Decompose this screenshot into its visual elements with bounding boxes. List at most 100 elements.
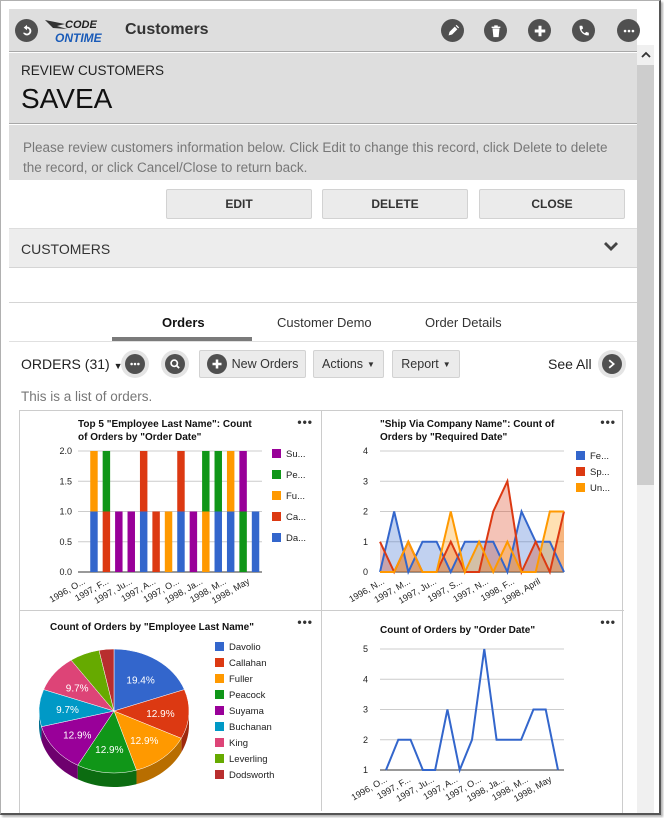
- legend-label: Suyama: [229, 706, 265, 717]
- see-all-button[interactable]: [598, 350, 626, 378]
- record-title: SAVEA: [21, 83, 113, 114]
- y-tick-label: 1.0: [59, 507, 72, 517]
- chevron-up-icon: [640, 51, 651, 58]
- legend-swatch: [215, 738, 224, 747]
- pie-slice-label: 12.9%: [130, 736, 158, 747]
- bar-segment: [189, 511, 198, 572]
- tab-orders[interactable]: Orders: [162, 315, 205, 330]
- legend-swatch: [215, 706, 224, 715]
- legend-swatch: [272, 533, 281, 542]
- report-dropdown[interactable]: Report ▼: [392, 350, 460, 378]
- legend-swatch: [215, 658, 224, 667]
- y-tick-label: 1.5: [59, 476, 72, 486]
- y-tick-label: 1: [363, 765, 368, 775]
- bar-segment: [152, 511, 160, 572]
- legend-swatch: [576, 467, 585, 476]
- bar-segment: [127, 511, 135, 572]
- review-header: REVIEW CUSTOMERS SAVEA: [9, 53, 637, 124]
- new-orders-button[interactable]: New Orders: [199, 350, 306, 378]
- y-tick-label: 4: [363, 446, 368, 456]
- y-tick-label: 2: [363, 735, 368, 745]
- scroll-up-button[interactable]: [637, 45, 654, 65]
- bar-segment: [239, 511, 247, 572]
- delete-button[interactable]: DELETE: [322, 189, 468, 219]
- legend-label: Peacock: [229, 690, 266, 701]
- y-tick-label: 0.5: [59, 537, 72, 547]
- caret-down-icon: ▼: [367, 359, 375, 369]
- y-tick-label: 0: [363, 567, 368, 577]
- chart-order-date: Count of Orders by "Order Date" ••• 1234…: [322, 611, 624, 811]
- chevron-right-icon: [608, 359, 615, 369]
- app-bar: CODE ONTIME Customers: [9, 9, 640, 52]
- vertical-scrollbar[interactable]: [637, 45, 654, 813]
- bar-segment: [139, 511, 148, 572]
- tabs-bottom-divider: [9, 341, 637, 342]
- y-tick-label: 2.0: [59, 446, 72, 456]
- y-tick-label: 5: [363, 644, 368, 654]
- tab-customer-demo[interactable]: Customer Demo: [277, 315, 372, 330]
- section-label: CUSTOMERS: [21, 241, 111, 257]
- legend-swatch: [272, 512, 281, 521]
- see-all-link[interactable]: See All: [548, 356, 592, 372]
- bar-segment: [214, 511, 222, 572]
- bar-segment: [164, 511, 173, 572]
- delete-icon-button[interactable]: [484, 19, 507, 42]
- close-button[interactable]: CLOSE: [479, 189, 625, 219]
- chevron-down-icon[interactable]: [603, 241, 619, 255]
- review-description-panel: Please review customers information belo…: [9, 125, 637, 180]
- pie-chart-svg: 19.4% 12.9% 12.9% 12.9% 12.9% 9.7% 9.7% Davolio…: [38, 642, 274, 787]
- legend-swatch: [215, 770, 224, 779]
- orders-more-button[interactable]: [121, 350, 149, 378]
- report-label: Report: [401, 357, 439, 371]
- actions-dropdown[interactable]: Actions ▼: [313, 350, 384, 378]
- bar-chart-svg: 0.00.51.01.52.01996, O...1997, F...1997,…: [48, 446, 307, 606]
- y-tick-label: 3: [363, 476, 368, 486]
- pie-slice-label: 19.4%: [126, 675, 154, 686]
- add-icon-button[interactable]: [528, 19, 551, 42]
- edit-button[interactable]: EDIT: [166, 189, 312, 219]
- search-icon: [170, 359, 180, 369]
- caret-down-icon: ▼: [442, 359, 451, 369]
- customers-section-header[interactable]: CUSTOMERS: [9, 228, 637, 268]
- more-icon: [623, 29, 634, 32]
- plus-circle-icon: [206, 354, 227, 374]
- orders-count-label: ORDERS (31): [21, 356, 110, 372]
- app-window: CODE ONTIME Customers REVIEW CUSTOMERS S…: [0, 0, 661, 815]
- legend-label: Fuller: [229, 674, 253, 685]
- edit-icon-button[interactable]: [441, 19, 464, 42]
- bar-segment: [202, 451, 210, 512]
- phone-icon-button[interactable]: [572, 19, 595, 42]
- bar-segment: [226, 511, 235, 572]
- y-tick-label: 4: [363, 674, 368, 684]
- y-tick-label: 0.0: [59, 567, 72, 577]
- legend-swatch: [272, 449, 281, 458]
- y-tick-label: 1: [363, 537, 368, 547]
- pie-slice-label: 9.7%: [56, 705, 79, 716]
- legend-swatch: [215, 674, 224, 683]
- bar-segment: [226, 451, 235, 512]
- legend-label: Fe...: [590, 451, 609, 462]
- back-button[interactable]: [15, 19, 38, 42]
- legend-label: Buchanan: [229, 722, 272, 733]
- chart-top5-employee: Top 5 "Employee Last Name": Count of Ord…: [20, 411, 322, 611]
- y-tick-label: 2: [363, 507, 368, 517]
- line-chart-svg: 123451996, O...1997, F...1997, Ju...1997…: [350, 644, 564, 804]
- area-chart-svg: 012341996, N...1997, M...1997, Ju...1997…: [347, 446, 610, 606]
- bar-segment: [102, 511, 111, 572]
- plus-icon: [534, 25, 545, 36]
- scrollbar-thumb[interactable]: [637, 65, 654, 485]
- legend-label: King: [229, 738, 248, 749]
- more-icon-button[interactable]: [617, 19, 640, 42]
- tab-order-details[interactable]: Order Details: [425, 315, 502, 330]
- legend-label: Davolio: [229, 642, 261, 653]
- pie-slice-label: 12.9%: [63, 731, 91, 742]
- new-orders-label: New Orders: [231, 357, 299, 371]
- search-button[interactable]: [161, 350, 189, 378]
- orders-view-selector[interactable]: ORDERS (31) ▼: [21, 356, 123, 372]
- pencil-icon: [448, 24, 459, 35]
- bar-segment: [251, 511, 260, 572]
- bar-segment: [177, 511, 185, 572]
- legend-swatch: [576, 483, 585, 492]
- bar-segment: [202, 511, 210, 572]
- phone-icon: [579, 25, 589, 35]
